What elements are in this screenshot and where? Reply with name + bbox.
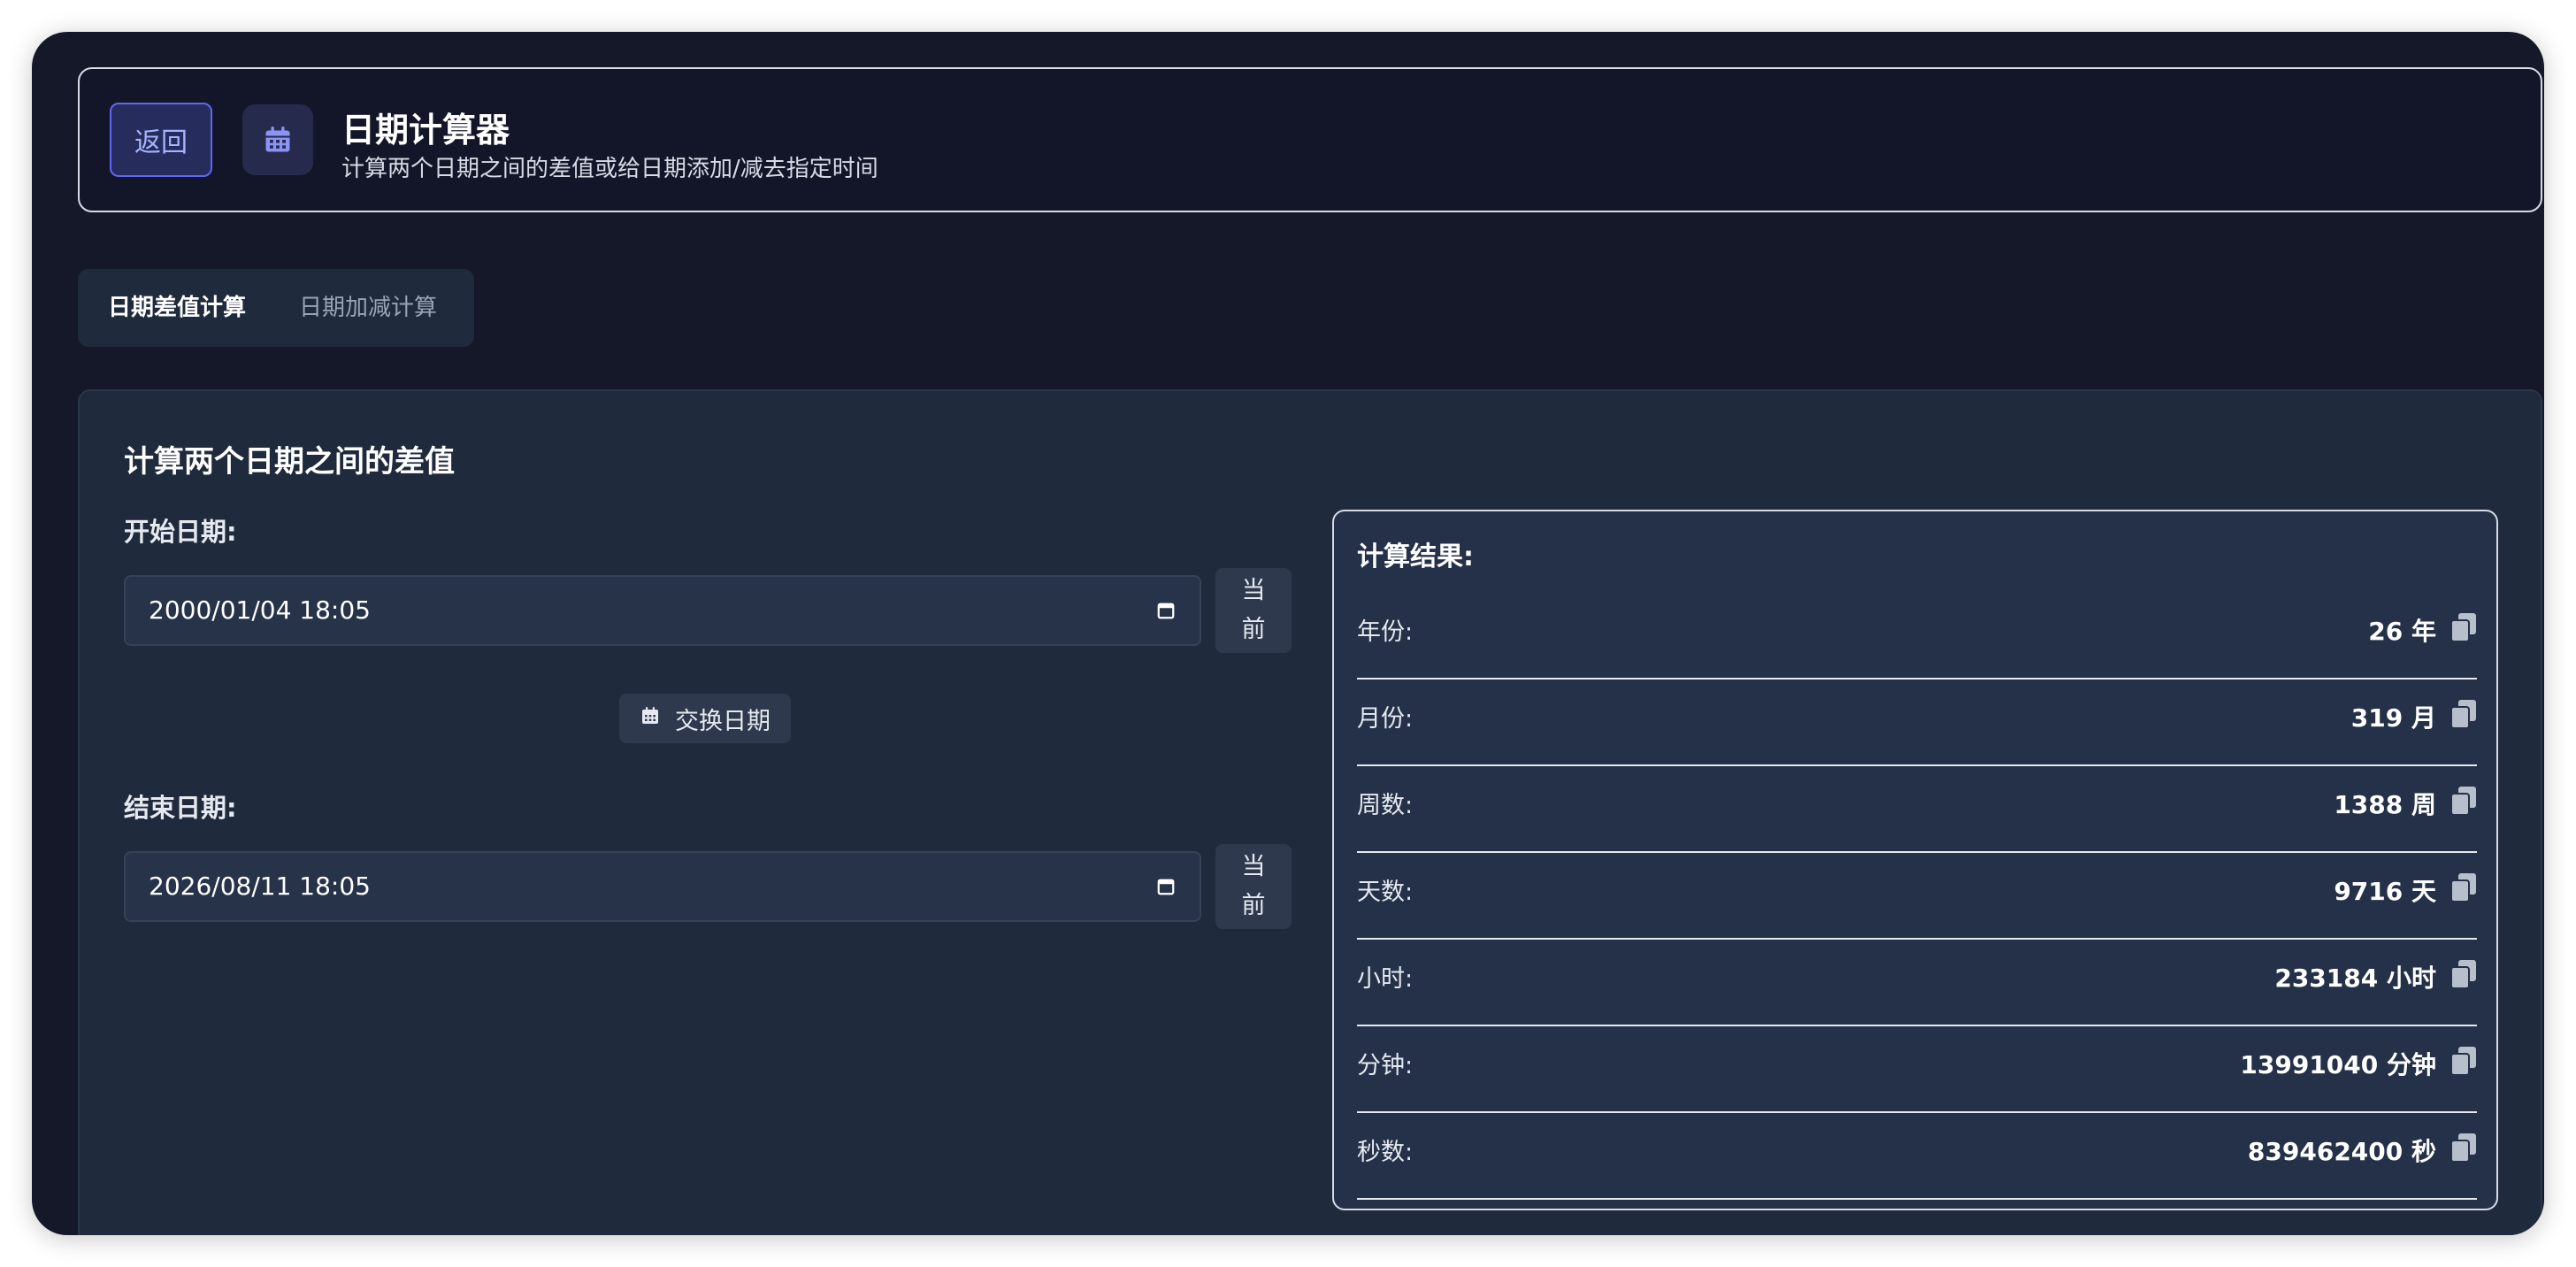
copy-icon[interactable] — [2450, 959, 2477, 989]
result-label: 周数: — [1357, 792, 1414, 819]
result-row-hours: 小时: 233184 小时 — [1357, 940, 2477, 1026]
result-row-years: 年份: 26 年 — [1357, 593, 2477, 680]
copy-icon[interactable] — [2450, 872, 2477, 902]
end-now-button[interactable]: 当前 — [1215, 844, 1292, 929]
result-label: 天数: — [1357, 879, 1414, 906]
back-button[interactable]: 返回 — [110, 103, 212, 177]
start-date-input[interactable]: 2000/01/04 18:05 — [124, 575, 1201, 646]
end-date-label: 结束日期: — [124, 793, 237, 823]
copy-icon[interactable] — [2450, 699, 2477, 729]
result-label: 秒数: — [1357, 1139, 1414, 1166]
result-card: 计算结果: 年份: 26 年 月份: 319 月 周数: 1388 周 天数: … — [1332, 510, 2498, 1210]
swap-dates-label: 交换日期 — [675, 707, 770, 735]
calendar-icon — [640, 705, 661, 733]
swap-dates-button[interactable]: 交换日期 — [619, 694, 791, 743]
result-value: 26 年 — [2368, 617, 2436, 646]
copy-icon[interactable] — [2450, 1046, 2477, 1076]
start-date-label: 开始日期: — [124, 517, 237, 547]
copy-icon[interactable] — [2450, 612, 2477, 642]
result-label: 小时: — [1357, 965, 1414, 993]
start-now-button[interactable]: 当前 — [1215, 568, 1292, 653]
end-date-value: 2026/08/11 18:05 — [149, 872, 371, 901]
page-subtitle: 计算两个日期之间的差值或给日期添加/减去指定时间 — [341, 156, 878, 182]
result-label: 分钟: — [1357, 1052, 1414, 1079]
result-row-days: 天数: 9716 天 — [1357, 853, 2477, 940]
result-row-months: 月份: 319 月 — [1357, 680, 2477, 766]
page-header: 返回 日期计算器 计算两个日期之间的差值或给日期添加/减去指定时间 — [78, 67, 2542, 212]
result-value: 233184 小时 — [2274, 964, 2436, 993]
copy-icon[interactable] — [2450, 1133, 2477, 1163]
result-title: 计算结果: — [1357, 541, 1474, 572]
calendar-icon — [242, 104, 313, 175]
tab-date-diff[interactable]: 日期差值计算 — [108, 269, 246, 347]
app-window: 返回 日期计算器 计算两个日期之间的差值或给日期添加/减去指定时间 日期差值计算… — [32, 32, 2544, 1235]
result-label: 年份: — [1357, 618, 1414, 646]
result-value: 13991040 分钟 — [2240, 1050, 2436, 1079]
result-row-seconds: 秒数: 839462400 秒 — [1357, 1113, 2477, 1200]
page-title: 日期计算器 — [341, 111, 510, 150]
end-date-input[interactable]: 2026/08/11 18:05 — [124, 851, 1201, 922]
panel-title: 计算两个日期之间的差值 — [124, 444, 455, 480]
result-row-weeks: 周数: 1388 周 — [1357, 766, 2477, 853]
mode-tabs: 日期差值计算 日期加减计算 — [78, 269, 474, 347]
end-date-picker-icon[interactable] — [1154, 874, 1178, 899]
start-date-picker-icon[interactable] — [1154, 598, 1178, 623]
tab-date-add-subtract[interactable]: 日期加减计算 — [299, 269, 437, 347]
date-diff-panel: 计算两个日期之间的差值 开始日期: 2000/01/04 18:05 当前 交换… — [78, 389, 2542, 1235]
copy-icon[interactable] — [2450, 786, 2477, 816]
result-label: 月份: — [1357, 705, 1414, 733]
result-value: 9716 天 — [2334, 877, 2436, 906]
result-value: 839462400 秒 — [2247, 1137, 2436, 1166]
result-value: 1388 周 — [2334, 790, 2436, 819]
result-value: 319 月 — [2350, 703, 2436, 733]
start-date-value: 2000/01/04 18:05 — [149, 595, 371, 625]
result-row-minutes: 分钟: 13991040 分钟 — [1357, 1026, 2477, 1113]
